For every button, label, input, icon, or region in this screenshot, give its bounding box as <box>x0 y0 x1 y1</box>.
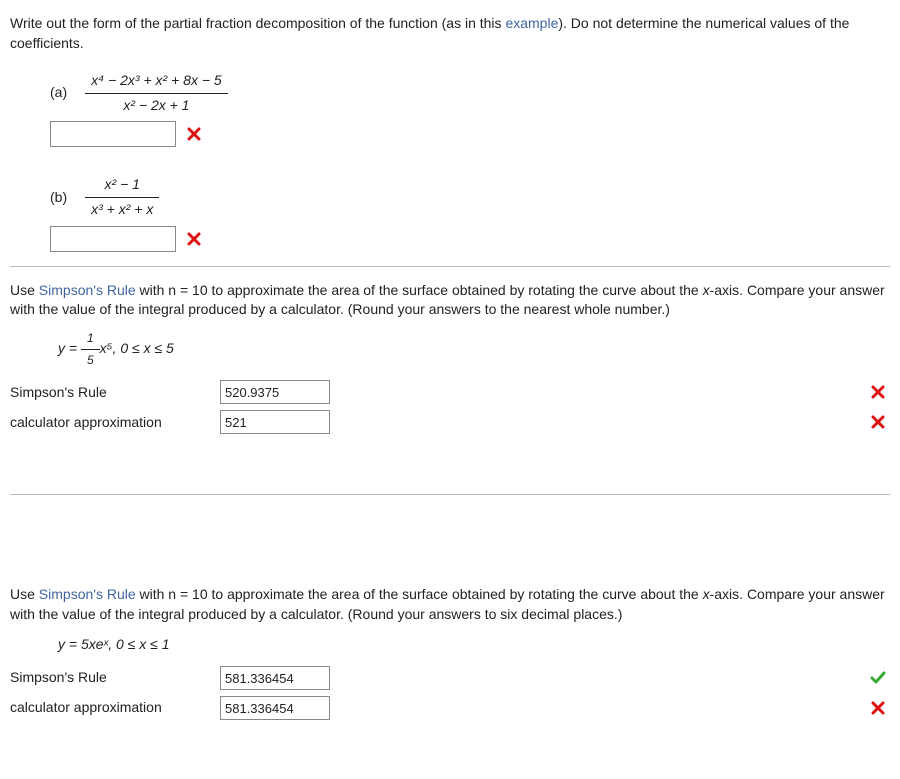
wrong-icon <box>870 384 886 400</box>
q2-mid: with n = 10 to approximate the area of t… <box>10 282 885 318</box>
equation-q2: y = 15x⁵, 0 ≤ x ≤ 5 <box>58 330 890 369</box>
simpsons-rule-label: Simpson's Rule <box>10 383 210 403</box>
wrong-icon <box>870 700 886 716</box>
instruction-pre: Write out the form of the partial fracti… <box>10 15 505 31</box>
simpsons-rule-label: Simpson's Rule <box>10 668 210 688</box>
answer-grid-q2: Simpson's Rule calculator approximation <box>10 380 890 434</box>
question-simpson-2: Use Simpson's Rule with n = 10 to approx… <box>10 585 890 720</box>
question-partial-fractions: Write out the form of the partial fracti… <box>10 14 890 252</box>
q3-pre: Use <box>10 586 39 602</box>
wrong-icon <box>186 231 202 247</box>
equation-q3: y = 5xeˣ, 0 ≤ x ≤ 1 <box>58 635 890 655</box>
frac-a-denominator: x² − 2x + 1 <box>85 94 228 116</box>
part-b-label: (b) <box>50 188 67 208</box>
spacer <box>10 509 890 579</box>
calculator-input[interactable] <box>220 410 330 434</box>
part-a-label: (a) <box>50 83 67 103</box>
calculator-label: calculator approximation <box>10 413 210 433</box>
simpsons-rule-link[interactable]: Simpson's Rule <box>39 586 136 602</box>
fraction-b: x² − 1 x³ + x² + x <box>85 175 159 219</box>
instruction-text: Write out the form of the partial fracti… <box>10 14 890 53</box>
instruction-text: Use Simpson's Rule with n = 10 to approx… <box>10 281 890 320</box>
q2-pre: Use <box>10 282 39 298</box>
example-link[interactable]: example <box>505 15 558 31</box>
calculator-input[interactable] <box>220 696 330 720</box>
frac-b-denominator: x³ + x² + x <box>85 198 159 220</box>
q3-mid: with n = 10 to approximate the area of t… <box>10 586 885 622</box>
divider <box>10 266 890 267</box>
answer-input-a[interactable] <box>50 121 176 147</box>
fraction-a: x⁴ − 2x³ + x² + 8x − 5 x² − 2x + 1 <box>85 71 228 115</box>
fraction-1-5: 15 <box>81 330 100 369</box>
simpsons-rule-link[interactable]: Simpson's Rule <box>39 282 136 298</box>
part-b: (b) x² − 1 x³ + x² + x <box>50 175 890 251</box>
answer-grid-q3: Simpson's Rule calculator approximation <box>10 666 890 720</box>
question-simpson-1: Use Simpson's Rule with n = 10 to approx… <box>10 281 890 435</box>
divider <box>10 494 890 495</box>
correct-icon <box>870 670 886 686</box>
frac-b-numerator: x² − 1 <box>85 175 159 198</box>
simpsons-rule-input[interactable] <box>220 380 330 404</box>
calculator-label: calculator approximation <box>10 698 210 718</box>
frac-a-numerator: x⁴ − 2x³ + x² + 8x − 5 <box>85 71 228 94</box>
part-a: (a) x⁴ − 2x³ + x² + 8x − 5 x² − 2x + 1 <box>50 71 890 147</box>
instruction-text: Use Simpson's Rule with n = 10 to approx… <box>10 585 890 624</box>
wrong-icon <box>870 414 886 430</box>
wrong-icon <box>186 126 202 142</box>
simpsons-rule-input[interactable] <box>220 666 330 690</box>
answer-input-b[interactable] <box>50 226 176 252</box>
